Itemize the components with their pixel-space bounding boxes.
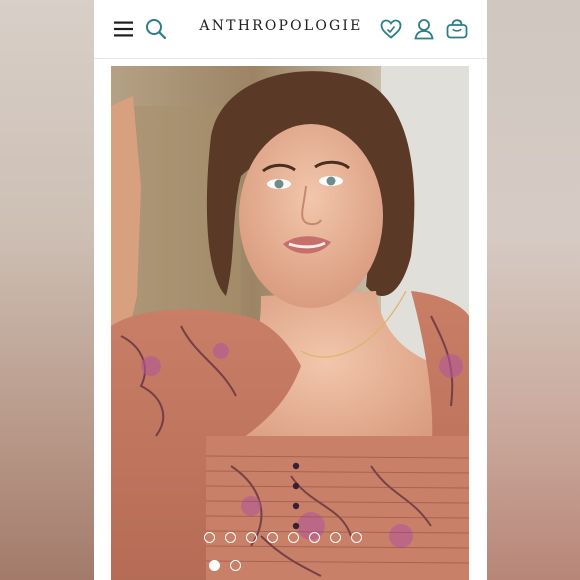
carousel-dot-7[interactable] (330, 532, 341, 543)
carousel-dots (121, 532, 469, 543)
backdrop-right-blur (486, 0, 580, 580)
user-icon[interactable] (411, 16, 437, 42)
carousel-secondary-dots (111, 560, 469, 571)
secondary-dot-2[interactable] (230, 560, 241, 571)
mobile-page: ANTHROPOLOGIE (94, 0, 487, 580)
carousel-dot-8[interactable] (351, 532, 362, 543)
product-photo-illustration (111, 66, 469, 580)
brand-logo[interactable]: ANTHROPOLOGIE (196, 18, 366, 34)
carousel-dot-1[interactable] (204, 532, 215, 543)
bag-icon[interactable] (444, 16, 470, 42)
carousel-dot-6[interactable] (309, 532, 320, 543)
secondary-dot-1[interactable] (209, 560, 220, 571)
carousel-dot-2[interactable] (225, 532, 236, 543)
carousel-dot-3[interactable] (246, 532, 257, 543)
carousel-dot-4[interactable] (267, 532, 278, 543)
menu-icon[interactable] (111, 16, 137, 42)
product-image[interactable] (111, 66, 469, 580)
heart-icon[interactable] (378, 16, 404, 42)
backdrop-left-blur (0, 0, 94, 580)
site-header: ANTHROPOLOGIE (94, 0, 487, 59)
search-icon[interactable] (143, 16, 169, 42)
carousel-dot-5[interactable] (288, 532, 299, 543)
